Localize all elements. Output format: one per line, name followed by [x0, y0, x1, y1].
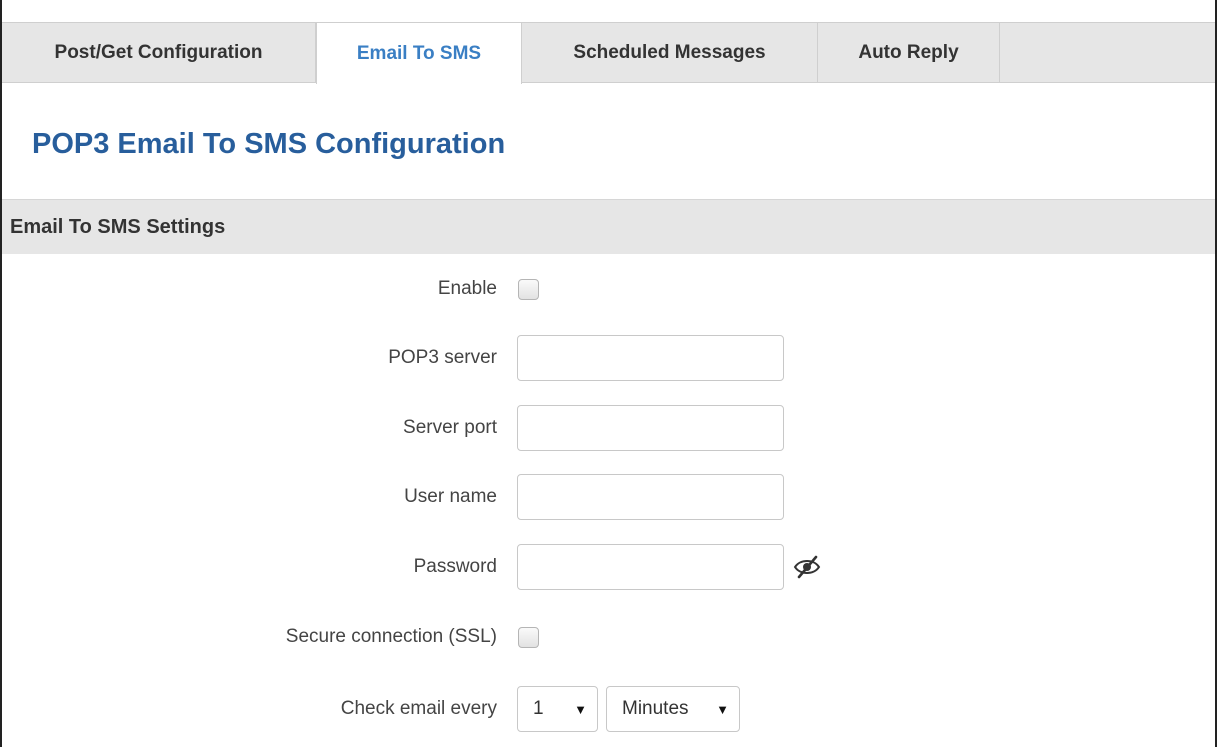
server-port-input[interactable] [517, 405, 784, 451]
ssl-row: Secure connection (SSL) [2, 614, 1215, 660]
server-port-label: Server port [403, 417, 497, 438]
password-label: Password [413, 556, 497, 577]
tab-email-to-sms[interactable]: Email To SMS [316, 22, 522, 84]
check-interval-value: 1 [533, 698, 544, 719]
enable-row: Enable [2, 266, 1215, 312]
enable-label: Enable [437, 278, 497, 299]
pop3-server-input[interactable] [517, 335, 784, 381]
password-row: Password [2, 544, 1215, 590]
dropdown-arrow-icon: ▼ [574, 701, 587, 717]
user-name-input[interactable] [517, 474, 784, 520]
user-name-row: User name [2, 474, 1215, 520]
top-strip [2, 0, 1215, 22]
app-frame: Post/Get Configuration Email To SMS Sche… [0, 0, 1217, 747]
tab-post-get-configuration[interactable]: Post/Get Configuration [2, 22, 316, 83]
tab-scheduled-messages[interactable]: Scheduled Messages [522, 22, 818, 83]
dropdown-arrow-icon: ▼ [716, 701, 729, 717]
tab-label: Scheduled Messages [573, 41, 766, 63]
check-every-label: Check email every [340, 698, 497, 719]
section-title: Email To SMS Settings [10, 215, 226, 238]
ssl-label: Secure connection (SSL) [285, 626, 497, 647]
eye-slash-icon[interactable] [792, 555, 822, 579]
tab-label: Auto Reply [858, 41, 959, 63]
check-interval-select[interactable]: 1 ▼ [517, 686, 598, 732]
check-unit-value: Minutes [622, 698, 689, 719]
section-header: Email To SMS Settings [2, 199, 1215, 254]
server-port-row: Server port [2, 405, 1215, 451]
pop3-server-row: POP3 server [2, 335, 1215, 381]
tab-label: Post/Get Configuration [54, 41, 263, 63]
tab-bar: Post/Get Configuration Email To SMS Sche… [2, 22, 1215, 84]
check-every-row: Check email every 1 ▼ Minutes ▼ [2, 686, 1215, 732]
user-name-label: User name [404, 486, 497, 507]
tab-auto-reply[interactable]: Auto Reply [818, 22, 1000, 83]
page-title: POP3 Email To SMS Configuration [32, 128, 506, 160]
check-unit-select[interactable]: Minutes ▼ [606, 686, 740, 732]
password-input[interactable] [517, 544, 784, 590]
pop3-server-label: POP3 server [388, 347, 497, 368]
enable-checkbox[interactable] [518, 279, 539, 300]
tab-label: Email To SMS [356, 42, 482, 64]
ssl-checkbox[interactable] [518, 627, 539, 648]
